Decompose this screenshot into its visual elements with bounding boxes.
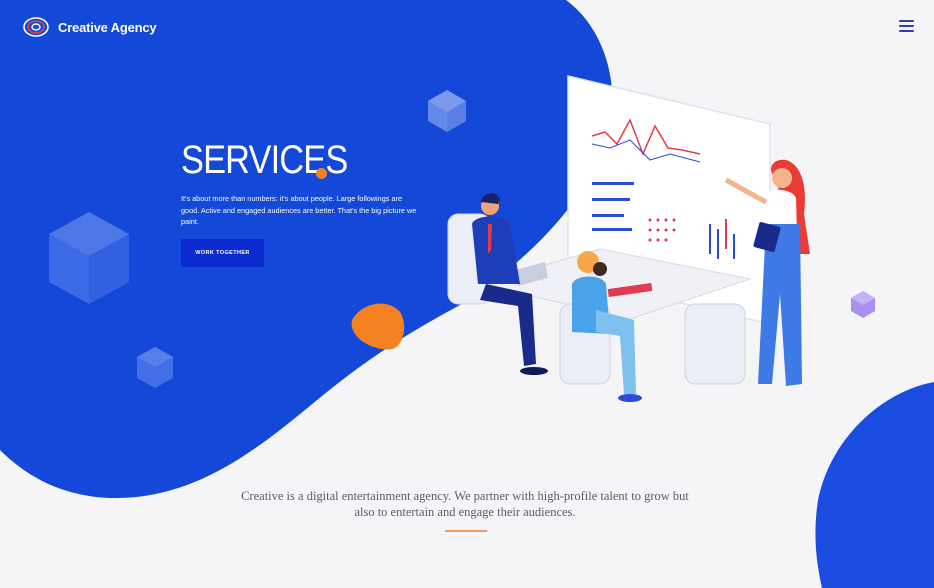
team-meeting-illustration xyxy=(447,75,810,402)
brand-logo[interactable]: Creative Agency xyxy=(22,15,157,39)
work-together-button[interactable]: WORK TOGETHER xyxy=(181,239,264,267)
chair-right xyxy=(684,303,746,385)
orange-divider xyxy=(445,530,487,532)
logo-swirl-icon xyxy=(23,17,49,37)
cube-purple xyxy=(851,291,875,318)
agency-intro-text: Creative is a digital entertainment agen… xyxy=(241,489,689,519)
hamburger-menu-icon[interactable] xyxy=(899,20,914,33)
brand-name: Creative Agency xyxy=(58,19,157,35)
title-accent-dot xyxy=(316,168,327,179)
blue-corner-circle xyxy=(815,382,934,588)
hero-description: It's about more than numbers: it's about… xyxy=(181,194,417,226)
